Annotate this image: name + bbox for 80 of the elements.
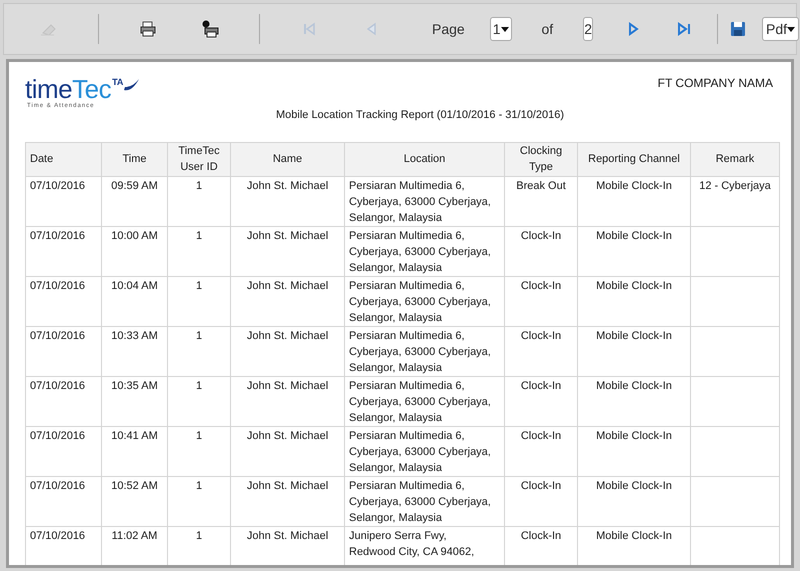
column-header: Clocking Type xyxy=(504,142,578,176)
page-count-field: 2 xyxy=(583,17,593,41)
caret-icon xyxy=(500,26,508,32)
table-cell: Mobile Clock-In xyxy=(596,530,672,542)
table-cell: Mobile Clock-In xyxy=(596,480,672,492)
column-header: Date xyxy=(26,142,102,176)
format-select[interactable]: Pdf xyxy=(762,17,799,41)
table-cell: 07/10/2016 xyxy=(30,480,86,492)
table-cell: John St. Michael xyxy=(246,530,328,542)
column-header: Remark xyxy=(690,142,780,176)
table-cell: Persiaran Multimedia 6, Cyberjaya, 63000 Cyberjaya, Selangor, Malaysia xyxy=(349,280,491,324)
table-cell-text: Redwood City, CA 94062, xyxy=(349,544,476,560)
table-cell: Clock-In xyxy=(520,280,562,292)
table-cell-text: Junipero Serra Fwy, xyxy=(349,528,448,544)
printer-icon xyxy=(201,20,219,38)
table-cell: 1 xyxy=(196,480,202,492)
table-cell: Persiaran Multimedia 6, Cyberjaya, 63000 Cyberjaya, Selangor, Malaysia xyxy=(349,430,491,474)
table-cell: 1 xyxy=(196,280,202,292)
table-cell: Mobile Clock-In xyxy=(596,180,672,192)
column-header: Time xyxy=(102,142,168,176)
report-title: Mobile Location Tracking Report (01/10/2016 - 31/10/2016) xyxy=(276,108,564,123)
table-cell: Clock-In xyxy=(520,230,562,242)
table-cell: 07/10/2016 xyxy=(30,230,86,242)
table-cell: 11:02 AM xyxy=(112,530,158,542)
table-cell: Break Out xyxy=(516,180,566,192)
logo-text: time xyxy=(25,76,72,102)
table-cell: Persiaran Multimedia 6, Cyberjaya, 63000 Cyberjaya, Selangor, Malaysia xyxy=(349,480,491,524)
table-cell: John St. Michael xyxy=(246,180,328,192)
table-cell: Mobile Clock-In xyxy=(596,330,672,342)
company-name: FT COMPANY NAMA xyxy=(658,75,773,92)
table-cell: 1 xyxy=(196,230,202,242)
column-header: Reporting Channel xyxy=(578,142,690,176)
table-cell: Clock-In xyxy=(520,330,562,342)
printer-icon xyxy=(139,20,157,38)
table-cell: 1 xyxy=(196,330,202,342)
table-cell: 07/10/2016 xyxy=(30,530,86,542)
table-cell: 07/10/2016 xyxy=(30,330,86,342)
table-cell: Persiaran Multimedia 6, Cyberjaya, 63000 Cyberjaya, Selangor, Malaysia xyxy=(349,230,491,274)
of-label: of xyxy=(542,20,554,38)
table-cell: 1 xyxy=(196,430,202,442)
table-cell: John St. Michael xyxy=(246,330,328,342)
table-cell: 12 - Cyberjaya xyxy=(699,180,771,192)
table-cell: John St. Michael xyxy=(246,380,328,392)
page-label: Page xyxy=(432,20,465,39)
table-cell: Mobile Clock-In xyxy=(596,430,672,442)
table-cell: 07/10/2016 xyxy=(30,380,86,392)
table-cell: 07/10/2016 xyxy=(30,430,86,442)
table-cell: Mobile Clock-In xyxy=(596,380,672,392)
table-cell: Clock-In xyxy=(520,530,562,542)
logo-superscript-text: TA xyxy=(112,78,124,87)
table-cell: Clock-In xyxy=(520,430,562,442)
table-cell: 07/10/2016 xyxy=(30,180,86,192)
table-cell: 10:00 AM xyxy=(111,230,158,242)
table-cell: 1 xyxy=(196,180,202,192)
table-cell: Clock-In xyxy=(520,380,562,392)
table-cell: John St. Michael xyxy=(246,230,328,242)
table-cell: 10:04 AM xyxy=(111,280,158,292)
table-cell: Persiaran Multimedia 6, Cyberjaya, 63000 Cyberjaya, Selangor, Malaysia xyxy=(349,180,491,224)
page-select[interactable]: 1 xyxy=(490,17,512,41)
table-cell: John St. Michael xyxy=(246,430,328,442)
table-cell: 1 xyxy=(196,380,202,392)
table-cell: Persiaran Multimedia 6, Cyberjaya, 63000 Cyberjaya, Selangor, Malaysia xyxy=(349,330,491,374)
table-cell: Mobile Clock-In xyxy=(596,280,672,292)
table-cell: 10:35 AM xyxy=(111,380,158,392)
table-cell: 07/10/2016 xyxy=(30,280,86,292)
table-cell: Mobile Clock-In xyxy=(596,230,672,242)
table-cell: 10:52 AM xyxy=(111,480,158,492)
column-header: Location xyxy=(344,142,504,176)
logo-text: Tec xyxy=(72,76,112,102)
column-header: TimeTec User ID xyxy=(168,142,230,176)
table-cell: 10:41 AM xyxy=(111,430,158,442)
table-cell: 10:33 AM xyxy=(111,330,158,342)
table-cell: 09:59 AM xyxy=(111,180,158,192)
table-cell: John St. Michael xyxy=(246,280,328,292)
table-cell: Persiaran Multimedia 6, Cyberjaya, 63000 Cyberjaya, Selangor, Malaysia xyxy=(349,380,491,424)
table-cell: Clock-In xyxy=(520,480,562,492)
table-cell: John St. Michael xyxy=(246,480,328,492)
table-cell: 1 xyxy=(196,530,202,542)
caret-icon xyxy=(787,26,795,32)
column-header: Name xyxy=(230,142,344,176)
